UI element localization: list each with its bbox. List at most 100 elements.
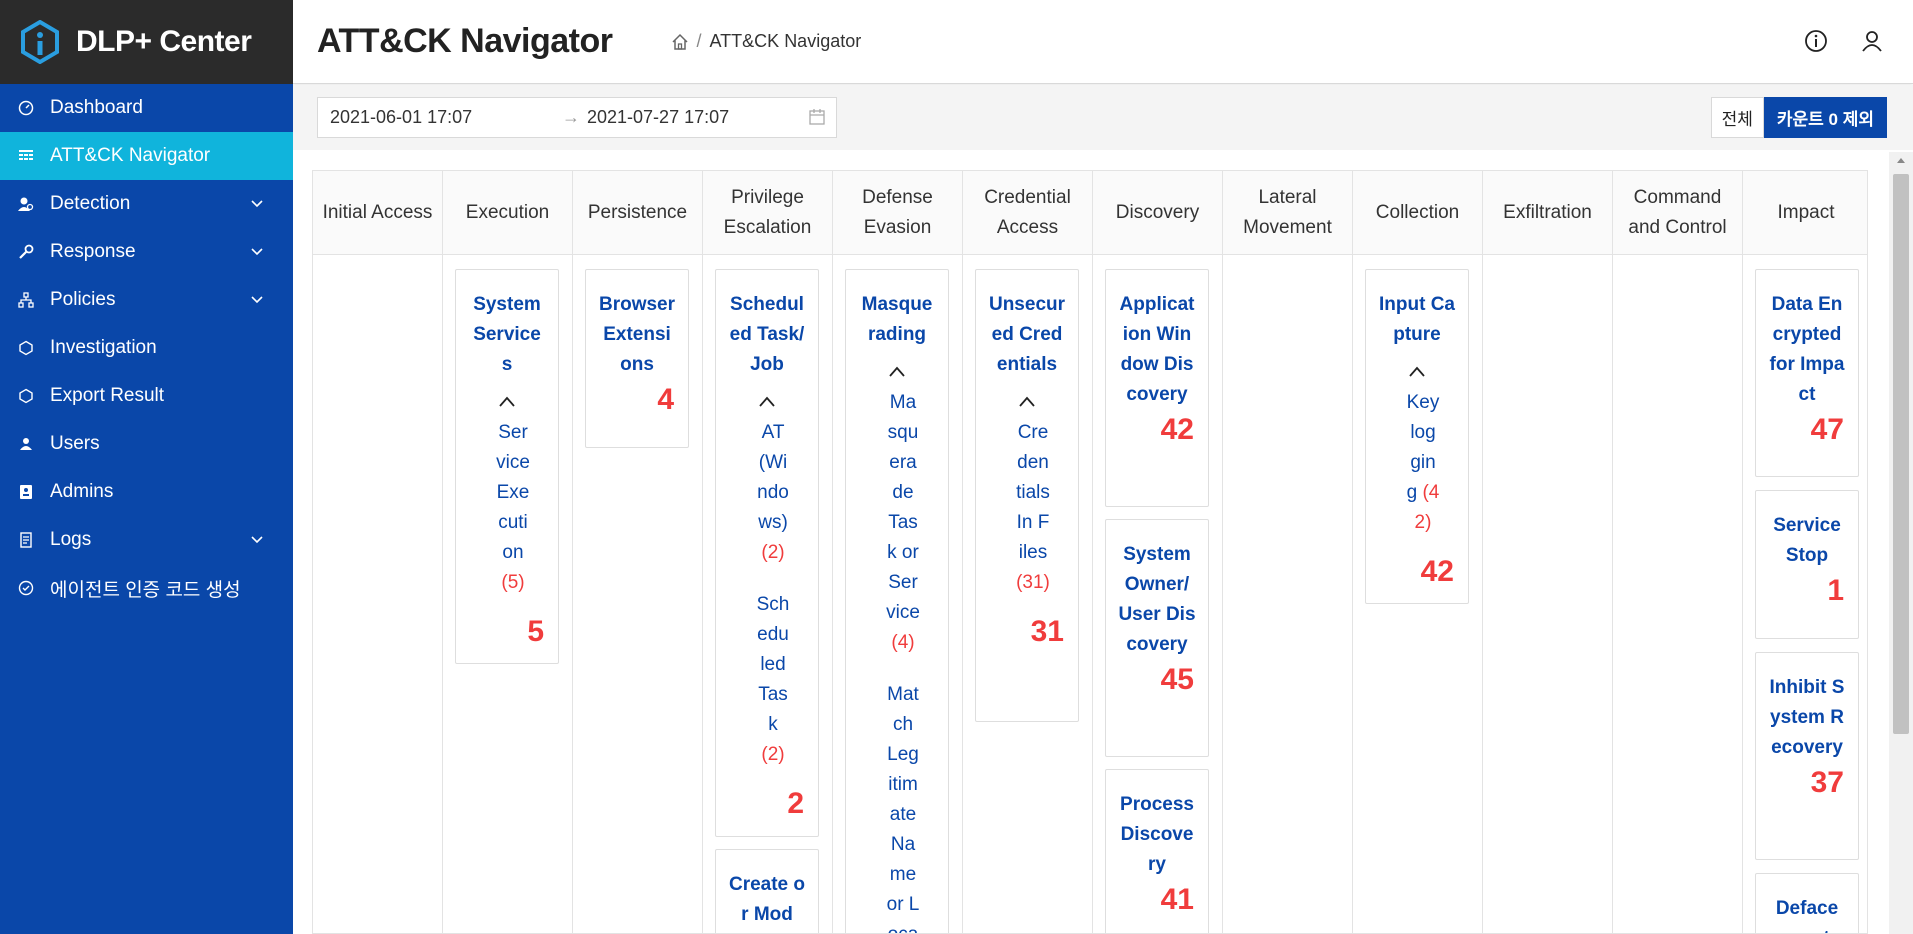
sub-technique-name: Scheduled Task (756, 594, 790, 735)
date-start-input[interactable]: 2021-06-01 17:07 (330, 107, 555, 128)
sidebar-item-attck-navigator[interactable]: ATT&CK Navigator (0, 132, 293, 180)
vertical-scrollbar[interactable] (1889, 152, 1913, 934)
technique-card[interactable]: Defacement (1755, 873, 1859, 933)
user-icon (18, 436, 34, 452)
technique-title: Unsecured Credentials (988, 294, 1066, 375)
sub-technique-name: Match Legitimate Name or Location (886, 684, 920, 933)
tactic-header: Collection (1353, 171, 1482, 255)
chevron-up-icon[interactable] (497, 394, 517, 408)
sub-technique[interactable]: Masquerade Task or Service (4) (846, 388, 948, 658)
technique-card[interactable]: Browser Extensions 4 (585, 269, 689, 448)
chevron-up-icon[interactable] (757, 394, 777, 408)
date-range-picker[interactable]: 2021-06-01 17:07 → 2021-07-27 17:07 (317, 97, 837, 138)
breadcrumb: / ATT&CK Navigator (671, 31, 861, 52)
sub-technique[interactable]: Service Execution (5) (456, 418, 558, 598)
sidebar-item-users[interactable]: Users (0, 420, 293, 468)
technique-card[interactable]: Create or Mod (715, 849, 819, 933)
technique-count: 42 (1160, 413, 1194, 446)
circle-dot-icon (18, 388, 34, 404)
technique-card[interactable]: Application Window Discovery 42 (1105, 269, 1209, 507)
technique-card[interactable]: Masquerading Masquerade Task or Service … (845, 269, 949, 933)
technique-card[interactable]: Process Discovery 41 (1105, 769, 1209, 933)
sub-technique-name: Service Execution (496, 422, 530, 563)
technique-title: Application Window Discovery (1119, 294, 1195, 405)
chevron-up-icon[interactable] (1017, 394, 1037, 408)
sub-technique-count: (5) (501, 572, 525, 593)
sidebar: DLP+ Center Dashboard ATT&CK Navigator D… (0, 0, 293, 934)
arrow-right-icon: → (562, 107, 580, 127)
sub-technique-count: (4) (891, 632, 915, 653)
tactic-column: Credential Access Unsecured Credentials … (963, 171, 1093, 933)
sidebar-item-policies[interactable]: Policies (0, 276, 293, 324)
sidebar-item-label: Policies (50, 289, 116, 310)
tactic-header: Persistence (573, 171, 702, 255)
sub-technique[interactable]: Keylogging (42) (1366, 388, 1468, 538)
technique-count: 2 (787, 787, 804, 820)
sub-technique[interactable]: Scheduled Task (2) (716, 590, 818, 770)
tactic-column: Collection Input Capture Keylogging (42)… (1353, 171, 1483, 933)
user-profile-icon[interactable] (1859, 28, 1885, 54)
tactic-column: Lateral Movement (1223, 171, 1353, 933)
tactic-column: Execution System Services Service Execut… (443, 171, 573, 933)
chevron-up-icon[interactable] (887, 364, 907, 378)
sidebar-item-detection[interactable]: Detection (0, 180, 293, 228)
chevron-down-icon (251, 536, 263, 544)
calendar-icon[interactable] (808, 108, 826, 126)
sub-technique[interactable]: Match Legitimate Name or Location (846, 680, 948, 933)
technique-title: System Owner/User Discovery (1118, 544, 1196, 655)
sidebar-item-export-result[interactable]: Export Result (0, 372, 293, 420)
tactic-column: Command and Control (1613, 171, 1743, 933)
page-header: ATT&CK Navigator / ATT&CK Navigator (293, 0, 1913, 84)
technique-card[interactable]: System Owner/User Discovery 45 (1105, 519, 1209, 757)
grid-icon (18, 148, 34, 164)
sidebar-item-admins[interactable]: Admins (0, 468, 293, 516)
sidebar-item-logs[interactable]: Logs (0, 516, 293, 564)
chevron-up-icon[interactable] (1407, 364, 1427, 378)
brand[interactable]: DLP+ Center (0, 0, 293, 84)
technique-count: 1 (1827, 574, 1844, 607)
technique-count: 47 (1810, 413, 1844, 446)
technique-card[interactable]: Inhibit System Recovery 37 (1755, 652, 1859, 860)
technique-card[interactable]: Service Stop 1 (1755, 490, 1859, 639)
technique-title: Masquerading (861, 294, 933, 345)
wrench-icon (18, 244, 34, 260)
sidebar-item-dashboard[interactable]: Dashboard (0, 84, 293, 132)
chevron-down-icon (251, 200, 263, 208)
info-icon[interactable] (1803, 28, 1829, 54)
tactic-header: Privilege Escalation (703, 171, 832, 255)
sidebar-item-label: Export Result (50, 385, 165, 406)
technique-count: 37 (1810, 766, 1844, 799)
scrollbar-thumb[interactable] (1893, 174, 1909, 734)
sidebar-item-response[interactable]: Response (0, 228, 293, 276)
technique-card[interactable]: System Services Service Execution (5) 5 (455, 269, 559, 664)
technique-card[interactable]: Input Capture Keylogging (42) 42 (1365, 269, 1469, 604)
breadcrumb-separator: / (696, 31, 702, 51)
technique-title: System Services (473, 294, 541, 375)
home-icon[interactable] (671, 33, 689, 51)
technique-card[interactable]: Scheduled Task/Job AT (Windows) (2) Sche… (715, 269, 819, 837)
sub-technique-count: (42) (1414, 482, 1440, 533)
count-filter-group: 전체 카운트 0 제외 (1710, 97, 1887, 138)
sidebar-item-investigation[interactable]: Investigation (0, 324, 293, 372)
filter-all-button[interactable]: 전체 (1710, 97, 1764, 138)
technique-card[interactable]: Unsecured Credentials Credentials In Fil… (975, 269, 1079, 722)
technique-count: 41 (1160, 883, 1194, 916)
tactic-header: Execution (443, 171, 572, 255)
filter-exclude-zero-button[interactable]: 카운트 0 제외 (1763, 97, 1887, 138)
tactic-column: Impact Data Encrypted for Impact 47 Serv… (1743, 171, 1867, 933)
sidebar-item-label: ATT&CK Navigator (50, 145, 211, 166)
technique-card[interactable]: Data Encrypted for Impact 47 (1755, 269, 1859, 477)
check-circle-icon (18, 580, 34, 596)
sidebar-item-label: Logs (50, 529, 92, 550)
technique-title: Scheduled Task/Job (729, 294, 805, 375)
sidebar-item-agent-auth-code[interactable]: 에이전트 인증 코드 생성 (0, 564, 293, 612)
tactic-header: Impact (1743, 171, 1867, 255)
date-end-input[interactable]: 2021-07-27 17:07 (587, 107, 807, 128)
tactic-header: Lateral Movement (1223, 171, 1352, 255)
scroll-up-arrow-icon[interactable] (1896, 156, 1906, 164)
sub-technique[interactable]: Credentials In Files (31) (976, 418, 1078, 598)
document-icon (18, 532, 34, 548)
sitemap-icon (18, 292, 34, 308)
tactic-header: Defense Evasion (833, 171, 962, 255)
sub-technique[interactable]: AT (Windows) (2) (716, 418, 818, 568)
